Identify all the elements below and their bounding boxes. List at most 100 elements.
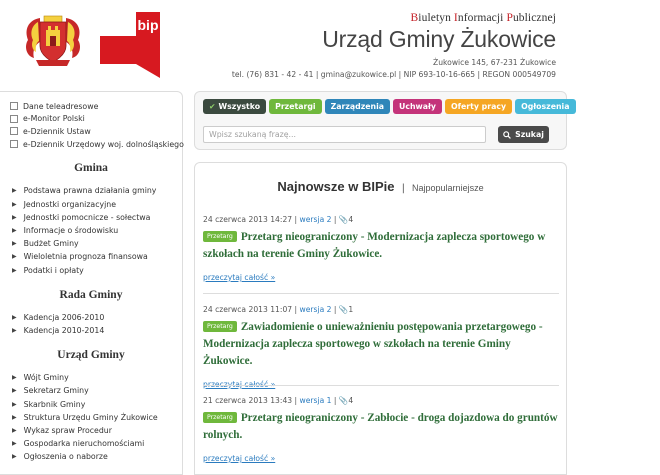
sidebar-item[interactable]: ▶ Budżet Gminy bbox=[12, 237, 182, 250]
news-meta: 24 czerwca 2013 11:07 | wersja 2 | 📎1 bbox=[203, 305, 354, 314]
arrow-right-icon: ▶ bbox=[12, 266, 17, 274]
bip-logo[interactable]: bip bbox=[100, 10, 162, 78]
arrow-right-icon: ▶ bbox=[12, 253, 17, 261]
arrow-right-icon: ▶ bbox=[12, 326, 17, 334]
coat-of-arms-logo[interactable] bbox=[22, 12, 84, 70]
sidebar-item[interactable]: ▶ Wójt Gminy bbox=[12, 371, 182, 384]
news-title-link[interactable]: Przetarg Przetarg nieograniczony - Modern… bbox=[203, 229, 559, 263]
sidebar-item[interactable]: ▶ Podatki i opłaty bbox=[12, 264, 182, 277]
news-date: 24 czerwca 2013 11:07 bbox=[203, 305, 293, 314]
sidebar-item[interactable]: ▶ Kadencja 2006-2010 bbox=[12, 311, 182, 324]
sidebar-item[interactable]: ▶ Struktura Urzędu Gminy Żukowice bbox=[12, 411, 182, 424]
news-title-link[interactable]: Przetarg Przetarg nieograniczony - Zabłoc… bbox=[203, 410, 559, 444]
bip-subtitle: Biuletyn Informacji Publicznej bbox=[410, 12, 556, 24]
attachment-count: 1 bbox=[348, 305, 354, 314]
news-heading: Najnowsze w BIPie | Najpopularniejsze bbox=[195, 176, 566, 195]
arrow-right-icon: ▶ bbox=[12, 453, 17, 461]
rada-gminy-menu: ▶ Kadencja 2006-2010 ▶ Kadencja 2010-2014 bbox=[0, 311, 182, 337]
divider bbox=[203, 385, 559, 386]
sidebar-item[interactable]: ▶ Wieloletnia prognoza finansowa bbox=[12, 250, 182, 263]
attachment-count: 4 bbox=[348, 215, 354, 224]
arrow-right-icon: ▶ bbox=[12, 313, 17, 321]
sidebar-item[interactable]: ▶ Jednostki pomocnicze - sołectwa bbox=[12, 211, 182, 224]
news-meta: 21 czerwca 2013 13:43 | wersja 1 | 📎4 bbox=[203, 396, 354, 405]
arrow-right-icon: ▶ bbox=[12, 413, 17, 421]
paperclip-icon: 📎 bbox=[338, 215, 349, 224]
read-more-link[interactable]: przeczytaj całość » bbox=[203, 273, 559, 282]
arrow-right-icon: ▶ bbox=[12, 426, 17, 434]
document-icon bbox=[10, 140, 18, 149]
office-address: Żukowice 145, 67-231 Żukowice bbox=[433, 58, 556, 67]
document-icon bbox=[10, 102, 18, 111]
sidebar-item[interactable]: ▶ Ogłoszenia o naborze bbox=[12, 450, 182, 463]
version-link[interactable]: wersja 2 bbox=[300, 305, 332, 314]
section-title-urzad-gminy: Urząd Gminy bbox=[57, 349, 125, 362]
sidebar-link-e-monitor[interactable]: e-Monitor Polski bbox=[10, 113, 182, 126]
tab-wszystko[interactable]: ✔ Wszystko bbox=[203, 99, 267, 114]
document-icon bbox=[10, 114, 18, 123]
category-badge: Przetarg bbox=[203, 231, 237, 242]
external-links: Dane teleadresowe e-Monitor Polski e-Dzi… bbox=[0, 92, 184, 151]
bip-logo-text: bip bbox=[138, 17, 159, 33]
category-badge: Przetarg bbox=[203, 412, 237, 423]
arrow-right-icon: ▶ bbox=[12, 374, 17, 382]
filter-search-panel: ✔ Wszystko Przetargi Zarządzenia Uchwały … bbox=[194, 91, 576, 150]
attachment-count: 4 bbox=[348, 396, 354, 405]
read-more-link[interactable]: przeczytaj całość » bbox=[203, 454, 559, 463]
news-meta: 24 czerwca 2013 14:27 | wersja 2 | 📎4 bbox=[203, 215, 354, 224]
sidebar-link-e-dziennik-ustaw[interactable]: e-Dziennik Ustaw bbox=[10, 125, 182, 138]
news-item: 24 czerwca 2013 14:27 | wersja 2 | 📎4 Pr… bbox=[203, 215, 559, 282]
news-title-link[interactable]: Przetarg Zawiadomienie o unieważnieniu po… bbox=[203, 319, 559, 370]
office-name: Urząd Gminy Żukowice bbox=[322, 26, 556, 52]
divider bbox=[203, 293, 559, 294]
news-date: 24 czerwca 2013 14:27 bbox=[203, 215, 293, 224]
news-panel: Najnowsze w BIPie | Najpopularniejsze 24… bbox=[194, 162, 567, 475]
search-icon bbox=[503, 130, 511, 139]
news-date: 21 czerwca 2013 13:43 bbox=[203, 396, 293, 405]
tab-oferty-pracy[interactable]: Oferty pracy bbox=[445, 99, 513, 114]
arrow-right-icon: ▶ bbox=[12, 400, 17, 408]
tab-uchwaly[interactable]: Uchwały bbox=[393, 99, 442, 114]
sidebar-item[interactable]: ▶ Gospodarka nieruchomościami bbox=[12, 437, 182, 450]
section-title-gmina: Gmina bbox=[74, 162, 108, 175]
search-button[interactable]: Szukaj bbox=[498, 126, 549, 143]
tab-najpopularniejsze[interactable]: Najpopularniejsze bbox=[412, 183, 484, 193]
sidebar-item[interactable]: ▶ Wykaz spraw Procedur bbox=[12, 424, 182, 437]
gmina-menu: ▶ Podstawa prawna działania gminy ▶ Jednos… bbox=[0, 184, 182, 276]
tab-ogloszenia[interactable]: Ogłoszenia bbox=[515, 99, 576, 114]
paperclip-icon: 📎 bbox=[338, 305, 349, 314]
sidebar-item[interactable]: ▶ Kadencja 2010-2014 bbox=[12, 324, 182, 337]
category-badge: Przetarg bbox=[203, 321, 237, 332]
version-link[interactable]: wersja 1 bbox=[300, 396, 332, 405]
sidebar-item[interactable]: ▶ Podstawa prawna działania gminy bbox=[12, 184, 182, 197]
urzad-gminy-menu: ▶ Wójt Gminy ▶ Sekretarz Gminy ▶ Skarbnik G… bbox=[0, 371, 182, 463]
section-title-rada-gminy: Rada Gminy bbox=[59, 288, 123, 301]
heading-separator: | bbox=[401, 183, 405, 194]
arrow-right-icon: ▶ bbox=[12, 440, 17, 448]
search-input[interactable] bbox=[203, 126, 486, 143]
sidebar-link-e-dziennik-urzedowy[interactable]: e-Dziennik Urzędowy woj. dolnośląskiego bbox=[10, 138, 184, 151]
sidebar: Dane teleadresowe e-Monitor Polski e-Dzi… bbox=[0, 91, 184, 475]
sidebar-item[interactable]: ▶ Jednostki organizacyjne bbox=[12, 198, 182, 211]
tab-zarzadzenia[interactable]: Zarządzenia bbox=[324, 99, 391, 114]
sidebar-link-dane-teleadresowe[interactable]: Dane teleadresowe bbox=[10, 100, 182, 113]
category-tabs: ✔ Wszystko Przetargi Zarządzenia Uchwały … bbox=[203, 99, 576, 114]
sidebar-item[interactable]: ▶ Sekretarz Gminy bbox=[12, 384, 182, 397]
checkmark-icon: ✔ bbox=[209, 102, 216, 111]
sidebar-item[interactable]: ▶ Informacje o środowisku bbox=[12, 224, 182, 237]
arrow-right-icon: ▶ bbox=[12, 240, 17, 248]
tab-przetargi[interactable]: Przetargi bbox=[269, 99, 322, 114]
arrow-right-icon: ▶ bbox=[12, 200, 17, 208]
office-contact: tel. (76) 831 - 42 - 41 | gmina@zukowice… bbox=[231, 70, 556, 79]
arrow-right-icon: ▶ bbox=[12, 213, 17, 221]
paperclip-icon: 📎 bbox=[338, 396, 349, 405]
news-item: 21 czerwca 2013 13:43 | wersja 1 | 📎4 Pr… bbox=[203, 396, 559, 463]
version-link[interactable]: wersja 2 bbox=[300, 215, 332, 224]
tab-najnowsze[interactable]: Najnowsze w BIPie bbox=[277, 179, 394, 194]
arrow-right-icon: ▶ bbox=[12, 227, 17, 235]
arrow-right-icon: ▶ bbox=[12, 187, 17, 195]
sidebar-item[interactable]: ▶ Skarbnik Gminy bbox=[12, 397, 182, 410]
document-icon bbox=[10, 127, 18, 136]
news-item: 24 czerwca 2013 11:07 | wersja 2 | 📎1 Pr… bbox=[203, 305, 559, 389]
arrow-right-icon: ▶ bbox=[12, 387, 17, 395]
